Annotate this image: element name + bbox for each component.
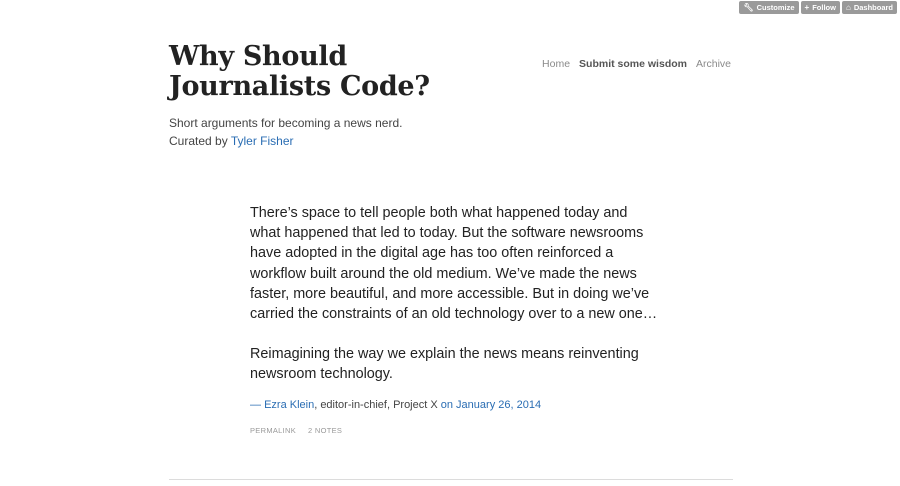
source-author: Ezra Klein xyxy=(264,398,315,411)
curated-prefix: Curated by xyxy=(169,134,231,148)
dashboard-label: Dashboard xyxy=(853,3,893,12)
tumblr-controls: 🔧︎ Customize + Follow ⌂ Dashboard xyxy=(739,1,897,14)
main-nav: Home Submit some wisdom Archive xyxy=(542,58,731,70)
nav-home[interactable]: Home xyxy=(542,58,570,70)
follow-label: Follow xyxy=(812,3,836,12)
dashboard-button[interactable]: ⌂ Dashboard xyxy=(841,1,897,14)
post-divider xyxy=(169,479,733,480)
site-title[interactable]: Why Should Journalists Code? xyxy=(169,42,449,102)
quote-paragraph-2: Reimagining the way we explain the news … xyxy=(250,346,639,383)
customize-label: Customize xyxy=(756,3,795,12)
quote-paragraph-1: There’s space to tell people both what h… xyxy=(250,205,658,323)
source-role: , editor-in-chief, Project X xyxy=(314,398,441,411)
notes-link[interactable]: 2 NOTES xyxy=(308,426,342,435)
permalink-link[interactable]: PERMALINK xyxy=(250,426,296,435)
wrench-icon: 🔧︎ xyxy=(743,2,754,12)
quote-text: There’s space to tell people both what h… xyxy=(250,203,660,385)
home-icon: ⌂ xyxy=(845,2,851,12)
follow-button[interactable]: + Follow xyxy=(800,1,840,14)
curated-line: Curated by Tyler Fisher xyxy=(169,132,733,150)
quote-source: — Ezra Klein, editor-in-chief, Project X… xyxy=(250,397,660,413)
nav-submit[interactable]: Submit some wisdom xyxy=(579,58,687,70)
source-dash: — xyxy=(250,398,265,411)
site-header: Why Should Journalists Code? Short argum… xyxy=(169,42,733,150)
customize-button[interactable]: 🔧︎ Customize xyxy=(739,1,799,14)
curator-link[interactable]: Tyler Fisher xyxy=(231,134,294,148)
quote-post: There’s space to tell people both what h… xyxy=(250,203,660,435)
source-date-link[interactable]: on January 26, 2014 xyxy=(441,399,541,411)
plus-icon: + xyxy=(804,2,810,12)
source-author-link[interactable]: — Ezra Klein xyxy=(250,399,314,411)
site-tagline: Short arguments for becoming a news nerd… xyxy=(169,116,403,130)
nav-archive[interactable]: Archive xyxy=(696,58,731,70)
post-meta: PERMALINK 2 NOTES xyxy=(250,426,660,435)
